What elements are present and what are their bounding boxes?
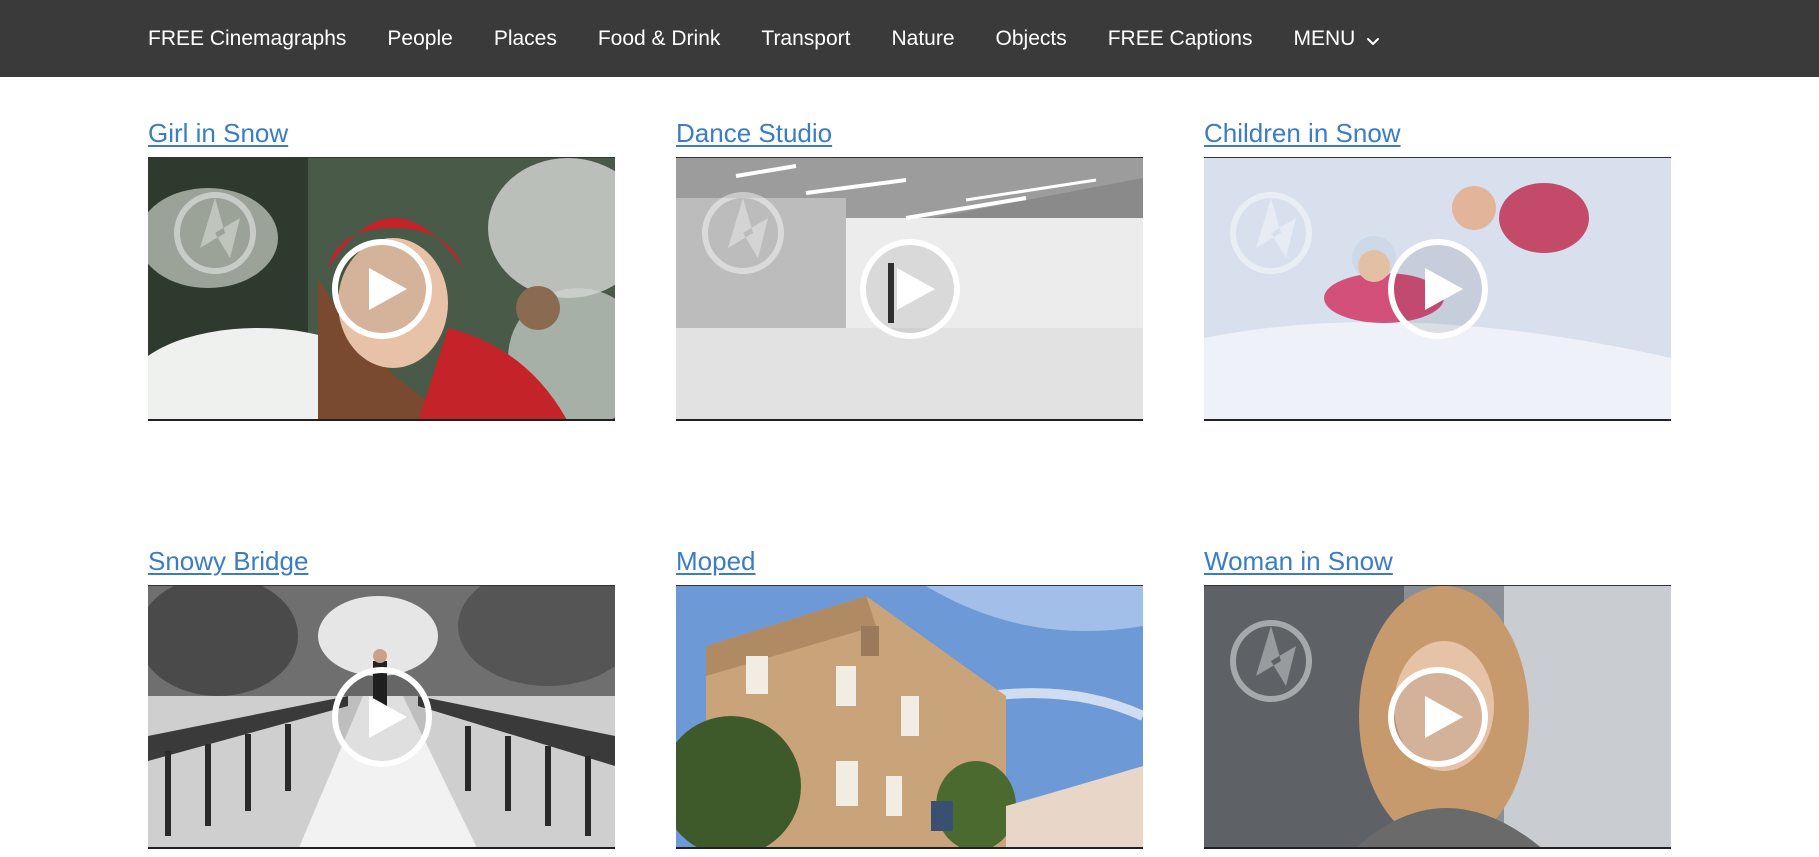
video-card-woman-in-snow: Woman in Snow [1204,544,1671,849]
clipstill-watermark [1230,620,1312,702]
play-icon[interactable] [331,666,433,768]
nav-transport[interactable]: Transport [761,27,850,51]
video-card-snowy-bridge: Snowy Bridge [148,544,615,849]
nav-objects[interactable]: Objects [996,27,1067,51]
video-thumbnail[interactable] [676,585,1143,849]
video-thumbnail[interactable] [148,585,615,849]
nav-nature[interactable]: Nature [891,27,954,51]
nav-people[interactable]: People [387,27,452,51]
nav-food-drink[interactable]: Food & Drink [598,27,721,51]
menu-label: MENU [1293,26,1356,50]
nav-free-cinemagraphs[interactable]: FREE Cinemagraphs [148,27,346,51]
video-card-moped: Moped [676,544,1143,849]
play-icon[interactable] [859,238,961,340]
video-title-link[interactable]: Girl in Snow [148,116,615,150]
top-navigation-bar: FREE Cinemagraphs People Places Food & D… [0,0,1819,77]
play-icon[interactable] [1387,666,1489,768]
nav-free-captions[interactable]: FREE Captions [1108,27,1253,51]
clipstill-watermark [174,192,256,274]
video-thumbnail[interactable] [148,157,615,421]
video-title-link[interactable]: Dance Studio [676,116,1143,150]
chevron-down-icon [1365,31,1381,47]
play-icon[interactable] [1387,238,1489,340]
play-icon[interactable] [331,238,433,340]
video-title-link[interactable]: Snowy Bridge [148,544,615,578]
video-title-link[interactable]: Woman in Snow [1204,544,1671,578]
nav-places[interactable]: Places [494,27,557,51]
video-title-link[interactable]: Children in Snow [1204,116,1671,150]
video-thumbnail[interactable] [1204,157,1671,421]
video-thumbnail[interactable] [1204,585,1671,849]
thumbnail-image [676,586,1143,847]
clipstill-watermark [702,192,784,274]
menu-dropdown-button[interactable]: MENU [1293,27,1381,51]
video-card-dance-studio: Dance Studio [676,116,1143,421]
video-thumbnail[interactable] [676,157,1143,421]
clipstill-watermark [1230,192,1312,274]
video-card-children-in-snow: Children in Snow [1204,116,1671,421]
video-card-girl-in-snow: Girl in Snow [148,116,615,421]
nav-menu: FREE Cinemagraphs People Places Food & D… [148,0,1422,77]
video-title-link[interactable]: Moped [676,544,1143,578]
